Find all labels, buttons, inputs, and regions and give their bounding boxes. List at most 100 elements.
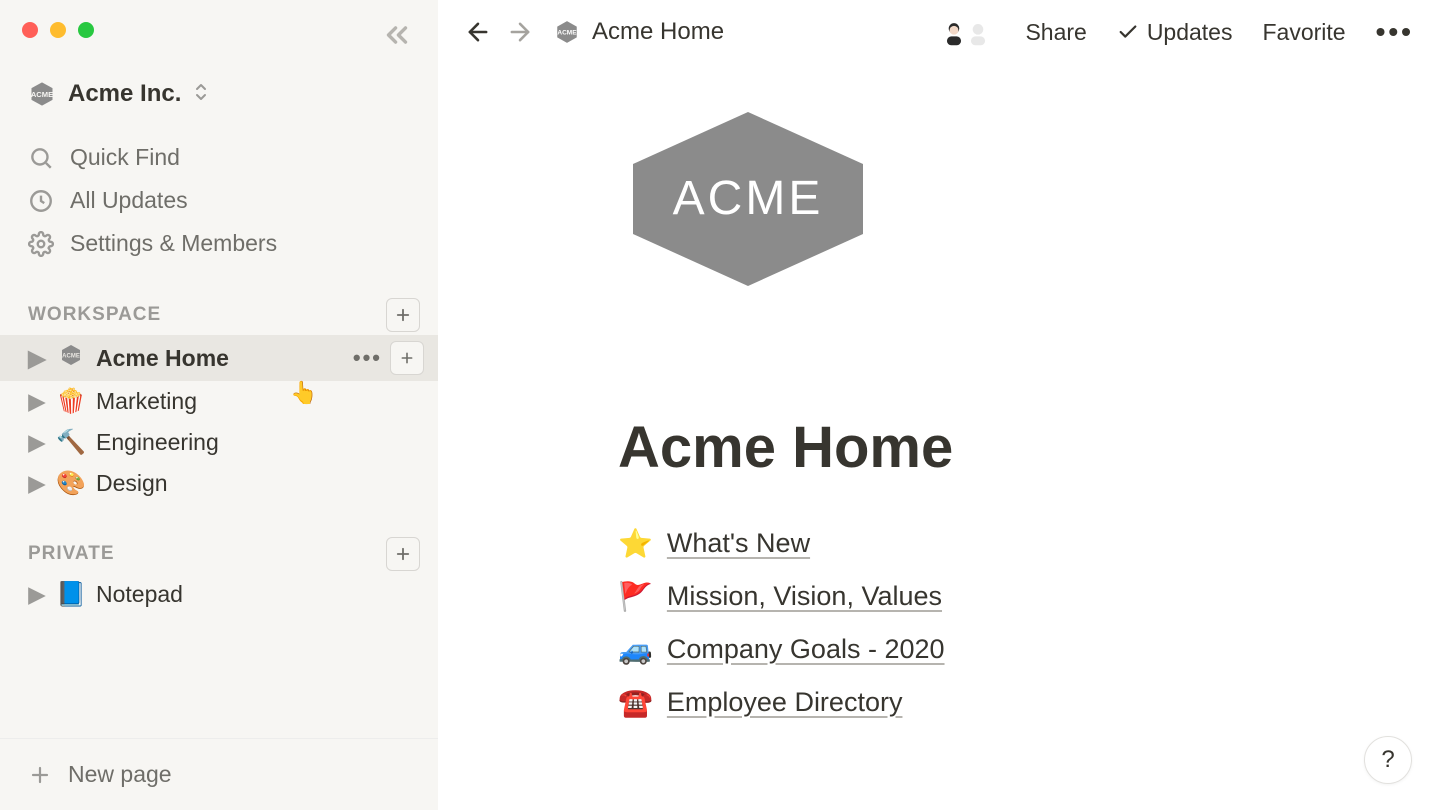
private-section-header: PRIVATE: [0, 534, 438, 574]
sidebar-page-marketing[interactable]: ▶ 🍿 Marketing: [0, 381, 438, 422]
link-label[interactable]: Company Goals - 2020: [667, 634, 945, 665]
link-label[interactable]: What's New: [667, 528, 810, 559]
double-chevron-left-icon: [380, 18, 414, 52]
caret-icon[interactable]: ▶: [28, 581, 46, 608]
arrow-left-icon: [464, 18, 492, 46]
favorite-label: Favorite: [1262, 19, 1345, 46]
settings-members-button[interactable]: Settings & Members: [0, 222, 438, 265]
new-page-button[interactable]: New page: [0, 739, 438, 810]
acme-badge-icon: ACME: [59, 343, 83, 367]
sidebar-collapse-button[interactable]: [380, 18, 414, 57]
help-button[interactable]: ?: [1364, 736, 1412, 784]
window-zoom-button[interactable]: [78, 22, 94, 38]
add-private-page-button[interactable]: [386, 537, 420, 571]
private-section-title: PRIVATE: [28, 543, 115, 565]
clock-icon: [28, 188, 54, 214]
share-button[interactable]: Share: [1025, 19, 1086, 46]
svg-text:ACME: ACME: [62, 353, 80, 359]
quick-find-button[interactable]: Quick Find: [0, 136, 438, 179]
acme-logo-icon: ACME: [618, 104, 878, 294]
topbar: ACME Acme Home Share U: [438, 0, 1440, 64]
link-icon: 🚩: [618, 580, 653, 613]
sidebar-page-notepad[interactable]: ▶ 📘 Notepad: [0, 574, 438, 615]
link-label[interactable]: Mission, Vision, Values: [667, 581, 942, 612]
acme-badge-icon: ACME: [554, 19, 580, 45]
page-icon: 🍿: [56, 387, 86, 416]
workspace-switcher[interactable]: ACME Acme Inc.: [28, 80, 438, 108]
share-label: Share: [1025, 19, 1086, 46]
sidebar-page-acme-home[interactable]: ▶ ACME Acme Home •••: [0, 335, 438, 381]
sidebar: ACME Acme Inc. Quick Find All Updates Se…: [0, 0, 438, 810]
quick-find-label: Quick Find: [70, 144, 180, 171]
add-subpage-button[interactable]: [390, 341, 424, 375]
link-icon: ☎️: [618, 686, 653, 719]
updates-button[interactable]: Updates: [1117, 19, 1233, 46]
page-label: Engineering: [96, 429, 424, 456]
breadcrumb-title: Acme Home: [592, 18, 724, 46]
page-icon: 🎨: [56, 469, 86, 498]
breadcrumb-icon: ACME: [554, 19, 580, 45]
page-cover-icon[interactable]: ACME: [438, 104, 1440, 294]
caret-icon[interactable]: ▶: [28, 429, 46, 456]
acme-badge-icon: ACME: [28, 80, 56, 108]
breadcrumb[interactable]: ACME Acme Home: [554, 18, 724, 46]
page-label: Design: [96, 470, 424, 497]
page-link[interactable]: 🚙 Company Goals - 2020: [618, 623, 1440, 676]
workspace-section-header: WORKSPACE: [0, 295, 438, 335]
plus-icon: [394, 306, 412, 324]
help-label: ?: [1381, 746, 1394, 774]
page-link[interactable]: 🚩 Mission, Vision, Values: [618, 570, 1440, 623]
presence-avatars[interactable]: [937, 15, 995, 49]
svg-text:ACME: ACME: [557, 30, 577, 37]
plus-icon: [394, 545, 412, 563]
check-icon: [1117, 21, 1139, 43]
page-actions-button[interactable]: •••: [353, 345, 382, 371]
page-label: Marketing: [96, 388, 424, 415]
expand-collapse-icon: [193, 82, 209, 107]
page-label: Acme Home: [96, 345, 343, 372]
plus-icon: [28, 763, 52, 787]
page-icon: 🔨: [56, 428, 86, 457]
page-link[interactable]: ☎️ Employee Directory: [618, 676, 1440, 729]
page-label: Notepad: [96, 581, 424, 608]
page-title[interactable]: Acme Home: [618, 414, 1440, 481]
all-updates-button[interactable]: All Updates: [0, 179, 438, 222]
settings-members-label: Settings & Members: [70, 230, 277, 257]
svg-text:ACME: ACME: [673, 172, 824, 225]
main-area: ACME Acme Home Share U: [438, 0, 1440, 810]
add-workspace-page-button[interactable]: [386, 298, 420, 332]
window-close-button[interactable]: [22, 22, 38, 38]
avatar-icon: [963, 17, 993, 47]
workspace-section-title: WORKSPACE: [28, 304, 161, 326]
nav-forward-button[interactable]: [506, 18, 534, 46]
caret-icon[interactable]: ▶: [28, 388, 46, 415]
window-controls: [22, 22, 94, 38]
link-icon: 🚙: [618, 633, 653, 666]
caret-icon[interactable]: ▶: [28, 470, 46, 497]
page-more-button[interactable]: •••: [1376, 16, 1414, 48]
arrow-right-icon: [506, 18, 534, 46]
sidebar-page-design[interactable]: ▶ 🎨 Design: [0, 463, 438, 504]
new-page-label: New page: [68, 761, 172, 788]
updates-label: Updates: [1147, 19, 1233, 46]
avatar: [961, 15, 995, 49]
link-icon: ⭐: [618, 527, 653, 560]
page-icon: 📘: [56, 580, 86, 609]
caret-icon[interactable]: ▶: [28, 345, 46, 372]
all-updates-label: All Updates: [70, 187, 188, 214]
page-content: ACME Acme Home ⭐ What's New 🚩 Mission, V…: [438, 64, 1440, 810]
plus-icon: [399, 350, 415, 366]
workspace-name: Acme Inc.: [68, 80, 181, 108]
window-minimize-button[interactable]: [50, 22, 66, 38]
page-icon: ACME: [56, 343, 86, 374]
nav-back-button[interactable]: [464, 18, 492, 46]
workspace-icon: ACME: [28, 80, 56, 108]
favorite-button[interactable]: Favorite: [1262, 19, 1345, 46]
svg-text:ACME: ACME: [31, 90, 53, 99]
page-link[interactable]: ⭐ What's New: [618, 517, 1440, 570]
gear-icon: [28, 231, 54, 257]
sidebar-page-engineering[interactable]: ▶ 🔨 Engineering: [0, 422, 438, 463]
search-icon: [28, 145, 54, 171]
page-links: ⭐ What's New 🚩 Mission, Vision, Values 🚙…: [618, 517, 1440, 729]
link-label[interactable]: Employee Directory: [667, 687, 903, 718]
